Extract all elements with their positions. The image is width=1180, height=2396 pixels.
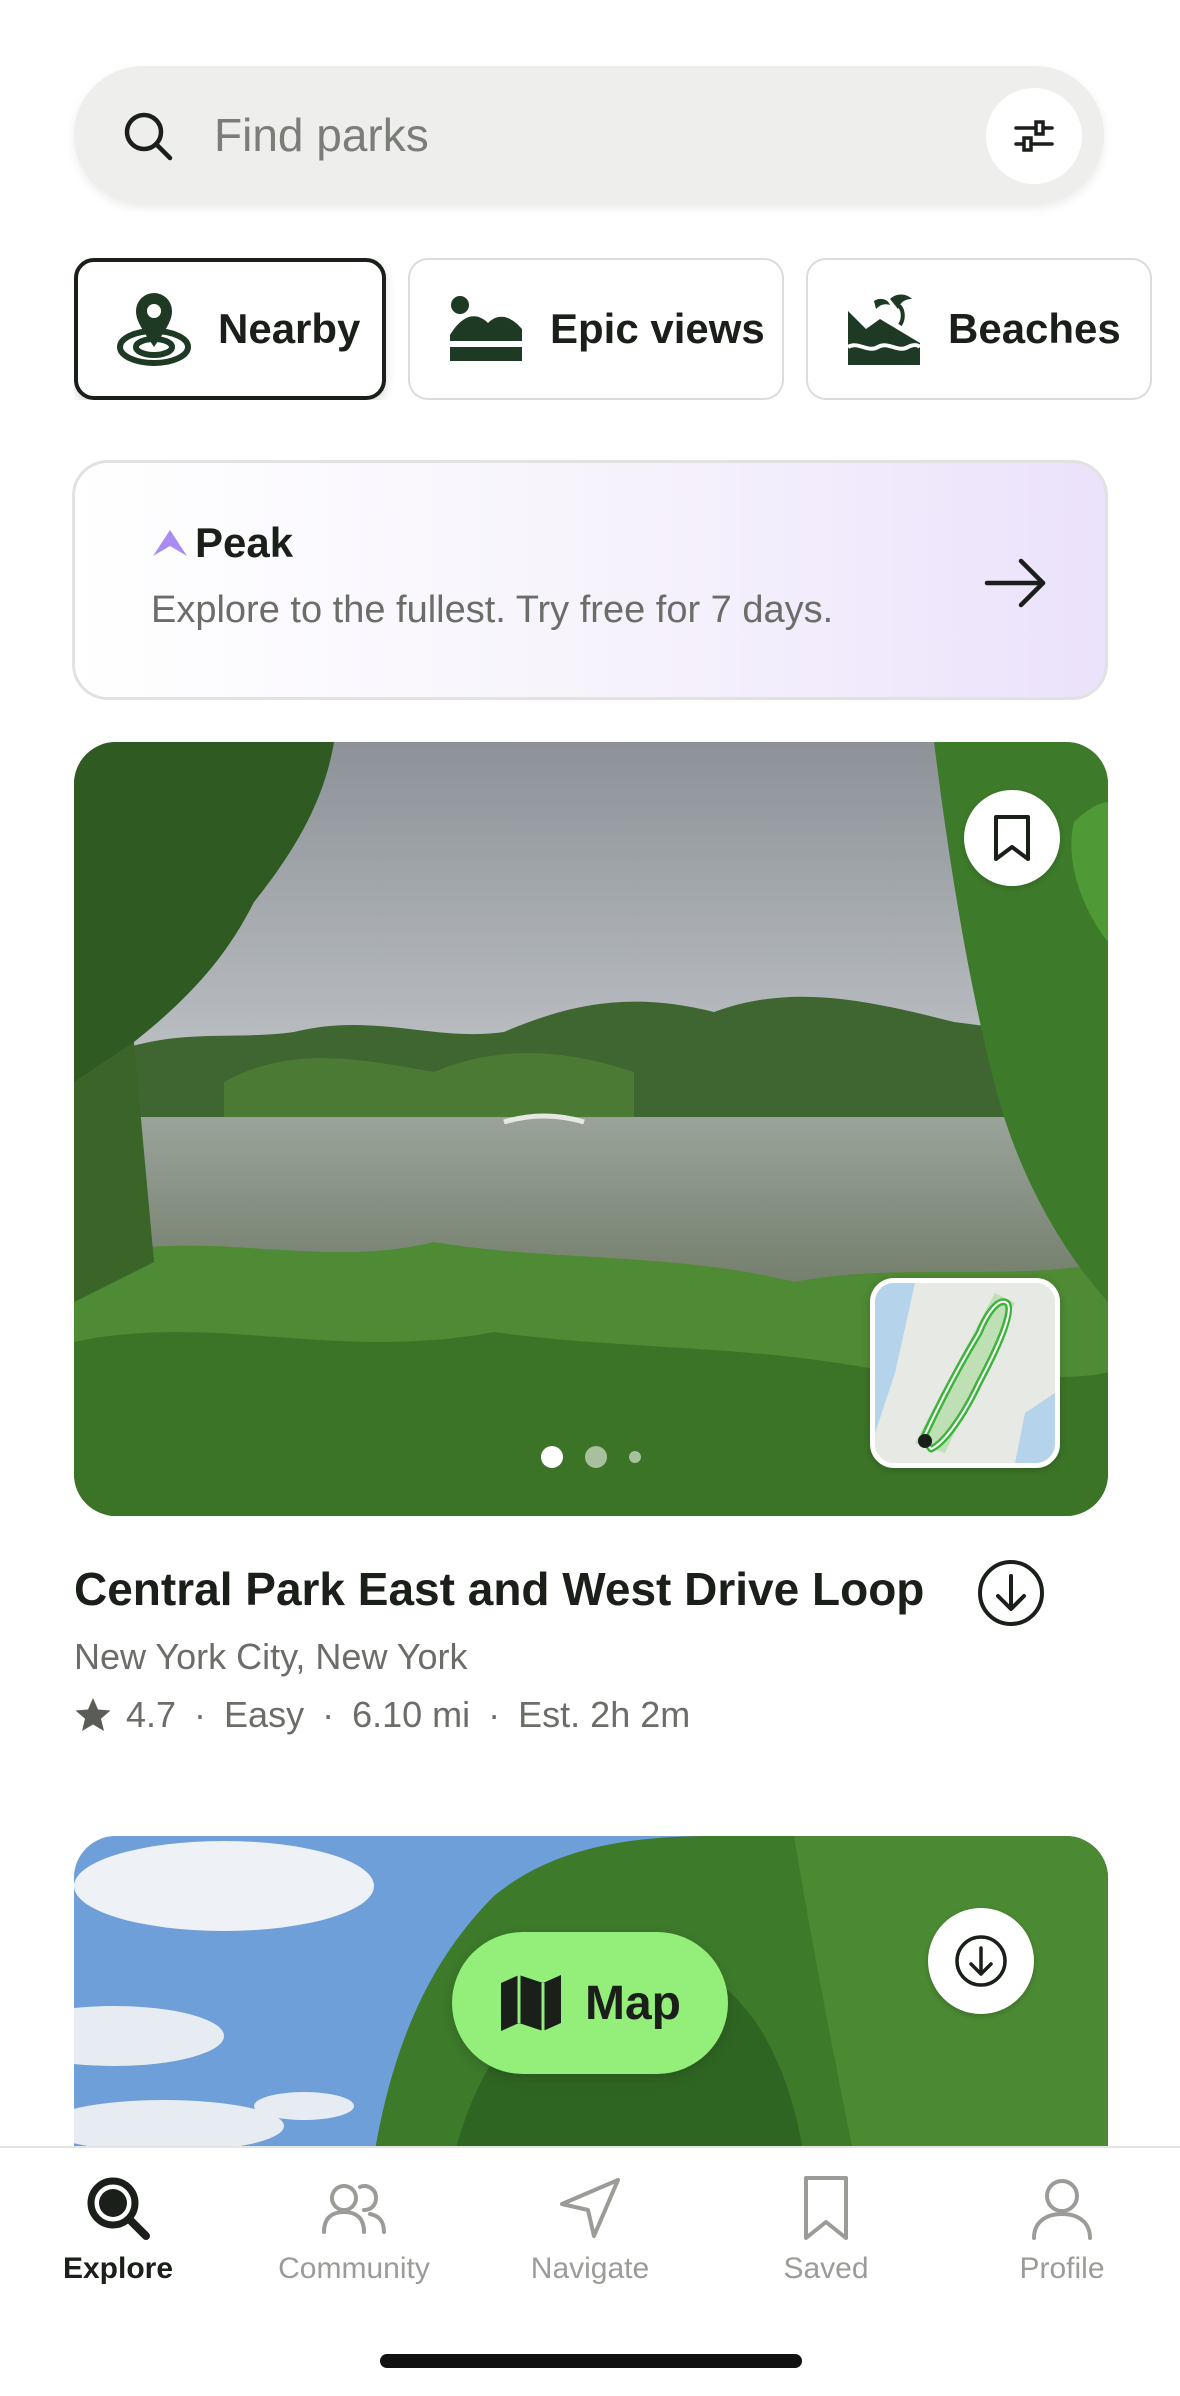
promo-text: Explore to the fullest. Try free for 7 d… <box>151 589 834 631</box>
pagination-dot[interactable] <box>629 1451 641 1463</box>
chip-beaches[interactable]: Beaches <box>806 258 1152 400</box>
sliders-icon <box>1014 120 1054 152</box>
trail-route-map <box>875 1283 1055 1463</box>
location-pin-icon <box>117 293 191 366</box>
separator: · <box>488 1694 501 1735</box>
bookmark-icon <box>994 815 1030 861</box>
map-button-label: Map <box>585 1976 681 2030</box>
tab-navigate[interactable]: Navigate <box>472 2172 708 2286</box>
trail-location: New York City, New York <box>74 1636 468 1677</box>
mountain-view-icon <box>450 296 522 361</box>
tab-explore[interactable]: Explore <box>0 2172 236 2286</box>
map-icon <box>501 1975 561 2031</box>
explore-search-icon <box>87 2177 150 2240</box>
separator: · <box>322 1694 335 1735</box>
tab-label: Navigate <box>530 2252 650 2285</box>
tab-label: Profile <box>1019 2252 1105 2285</box>
profile-icon <box>1032 2179 1092 2240</box>
category-chips: Nearby Epic views Beaches <box>74 258 1180 400</box>
chip-nearby[interactable]: Nearby <box>74 258 386 400</box>
download-icon[interactable] <box>976 1558 1046 1628</box>
map-button[interactable]: Map <box>452 1932 728 2074</box>
trail-rating: 4.7 <box>126 1694 177 1735</box>
trail-difficulty: Easy <box>224 1694 305 1735</box>
promo-title: Peak <box>195 519 294 566</box>
trail-title[interactable]: Central Park East and West Drive Loop <box>74 1562 924 1616</box>
separator: · <box>194 1694 207 1735</box>
photo-pagination <box>74 1446 1108 1468</box>
tab-saved[interactable]: Saved <box>708 2172 944 2286</box>
star-icon <box>75 1698 111 1731</box>
download-trail-2-button[interactable] <box>928 1908 1034 2014</box>
chip-label: Epic views <box>550 305 765 352</box>
filter-button[interactable] <box>986 88 1082 184</box>
navigate-icon <box>560 2178 620 2238</box>
tab-community[interactable]: Community <box>236 2172 472 2286</box>
trail-map-thumbnail[interactable] <box>870 1278 1060 1468</box>
chip-epic-views[interactable]: Epic views <box>408 258 784 400</box>
trail-distance: 6.10 mi <box>352 1694 471 1735</box>
bookmark-icon <box>804 2176 848 2240</box>
chip-label: Beaches <box>948 305 1121 352</box>
community-icon <box>322 2184 386 2234</box>
arrow-right-icon[interactable] <box>983 553 1049 613</box>
search-icon <box>124 112 173 161</box>
trail-duration: Est. 2h 2m <box>518 1694 691 1735</box>
trail-photo[interactable] <box>74 742 1108 1516</box>
search-input[interactable] <box>214 94 1014 176</box>
home-indicator[interactable] <box>380 2354 802 2368</box>
tab-label: Explore <box>62 2252 174 2285</box>
download-icon <box>955 1935 1007 1987</box>
save-trail-button[interactable] <box>964 790 1060 886</box>
chip-label: Nearby <box>218 305 361 352</box>
pagination-dot[interactable] <box>541 1446 563 1468</box>
tab-label: Saved <box>783 2252 869 2285</box>
tab-profile[interactable]: Profile <box>944 2172 1180 2286</box>
beach-icon <box>846 294 922 365</box>
peak-promo-banner[interactable]: Peak Explore to the fullest. Try free fo… <box>72 460 1108 700</box>
peak-logo-icon <box>153 530 187 556</box>
peak-logo: Peak <box>151 519 293 567</box>
pagination-dot[interactable] <box>585 1446 607 1468</box>
trail-stats: 4.7 · Easy · 6.10 mi · Est. 2h 2m <box>74 1694 690 1736</box>
tab-label: Community <box>278 2252 430 2285</box>
search-bar[interactable] <box>74 66 1104 204</box>
